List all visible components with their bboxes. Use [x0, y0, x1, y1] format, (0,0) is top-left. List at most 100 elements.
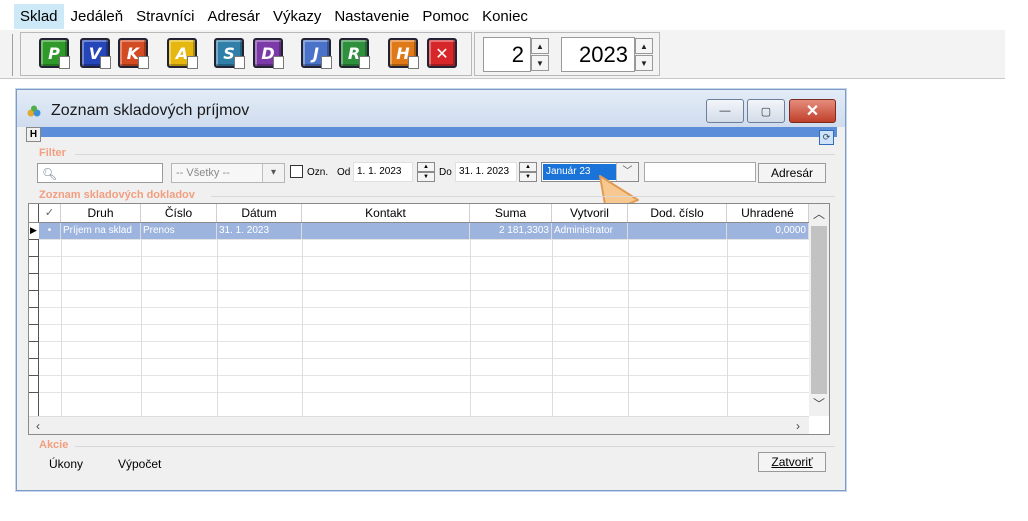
scrollbar-thumb[interactable] — [811, 226, 827, 394]
stav-button[interactable]: S — [214, 38, 245, 69]
year-up-icon[interactable]: ▲ — [635, 38, 653, 54]
menu-sklad[interactable]: Sklad — [14, 3, 64, 29]
row-mark-icon[interactable]: • — [39, 223, 61, 239]
zatvorit-button[interactable]: Zatvoriť — [758, 452, 826, 472]
do-label: Do — [439, 167, 452, 178]
receipts-window: Zoznam skladových príjmov — ▢ ✕ H ⟳ Filt… — [16, 89, 846, 491]
date-to-field[interactable]: 31. 1. 2023 — [455, 162, 517, 182]
ukony-button[interactable]: Úkony — [49, 457, 83, 471]
column-divider — [628, 240, 629, 416]
year-down-icon[interactable]: ▼ — [635, 55, 653, 71]
menu-vykazy[interactable]: Výkazy — [267, 4, 327, 29]
window-title: Zoznam skladových príjmov — [51, 102, 250, 119]
date-to-spinner[interactable]: ▲ ▼ — [519, 162, 537, 183]
date-from-field[interactable]: 1. 1. 2023 — [353, 162, 413, 182]
window-close-button[interactable]: ✕ — [789, 99, 836, 123]
jedalen-tool-button[interactable]: J — [301, 38, 332, 69]
month-spinner[interactable]: ▲ ▼ — [531, 38, 549, 71]
col-kontakt[interactable]: Kontakt — [302, 204, 470, 222]
month-down-icon[interactable]: ▼ — [531, 55, 549, 71]
menu-stravnici[interactable]: Stravníci — [130, 4, 200, 29]
date-to-down-icon[interactable]: ▼ — [519, 172, 537, 182]
scroll-right-icon[interactable]: › — [789, 417, 807, 435]
col-druh[interactable]: Druh — [61, 204, 141, 222]
cell-dod-cislo — [628, 223, 727, 239]
help-button[interactable]: H — [388, 38, 419, 69]
cell-vytvoril: Administrator — [552, 223, 628, 239]
column-divider — [61, 240, 62, 416]
cell-cislo: Prenos — [141, 223, 217, 239]
col-uhradene[interactable]: Uhradené — [727, 204, 809, 222]
menu-pomoc[interactable]: Pomoc — [416, 4, 475, 29]
date-from-down-icon[interactable]: ▼ — [417, 172, 435, 182]
chevron-down-icon[interactable]: ▾ — [262, 164, 284, 182]
date-from-up-icon[interactable]: ▲ — [417, 162, 435, 172]
close-icon[interactable]: ✕ — [427, 38, 457, 68]
col-cislo[interactable]: Číslo — [141, 204, 217, 222]
ozn-checkbox[interactable] — [290, 165, 303, 178]
current-row-icon: ▶ — [29, 223, 39, 240]
vertical-scrollbar[interactable]: ︿ ﹀ — [809, 204, 829, 416]
col-dod-cislo[interactable]: Dod. číslo — [628, 204, 727, 222]
col-vytvoril[interactable]: Vytvoril — [552, 204, 628, 222]
filter-section-label: Filter — [39, 147, 66, 159]
doklady-button[interactable]: D — [253, 38, 284, 69]
empty-row — [29, 291, 809, 308]
table-row[interactable]: ▶ • Príjem na sklad Prenos 31. 1. 2023 2… — [29, 223, 809, 240]
vydaj-button[interactable]: V — [80, 38, 111, 69]
empty-row — [29, 308, 809, 325]
menu-adresar[interactable]: Adresár — [201, 4, 266, 29]
column-divider — [141, 240, 142, 416]
menu-nastavenie[interactable]: Nastavenie — [328, 4, 415, 29]
month-field[interactable]: 2 — [483, 37, 531, 72]
ozn-label: Ozn. — [307, 167, 329, 178]
scroll-down-icon[interactable]: ﹀ — [809, 394, 829, 414]
adresar-tool-button[interactable]: A — [167, 38, 198, 69]
period-selector: 2 ▲ ▼ 2023 ▲ ▼ — [474, 32, 660, 76]
documents-table: ✓ Druh Číslo Dátum Kontakt Suma Vytvoril… — [28, 203, 830, 435]
column-divider — [302, 240, 303, 416]
col-datum[interactable]: Dátum — [217, 204, 302, 222]
h-toggle[interactable]: H — [26, 127, 41, 142]
cell-uhradene: 0,0000 — [727, 223, 809, 239]
menu-koniec[interactable]: Koniec — [476, 4, 534, 29]
list-section-label: Zoznam skladových dokladov — [39, 189, 195, 201]
check-column-icon[interactable]: ✓ — [39, 204, 61, 222]
cell-datum: 31. 1. 2023 — [217, 223, 302, 239]
horizontal-scrollbar[interactable]: ‹ › — [29, 416, 809, 434]
scroll-up-icon[interactable]: ︿ — [809, 204, 829, 224]
minimize-button[interactable]: — — [706, 99, 744, 123]
column-divider — [217, 240, 218, 416]
menu-jedalen[interactable]: Jedáleň — [65, 4, 130, 29]
year-field[interactable]: 2023 — [561, 37, 635, 72]
maximize-button[interactable]: ▢ — [747, 99, 785, 123]
actions-section-label: Akcie — [39, 439, 69, 451]
empty-row — [29, 393, 809, 416]
column-divider — [552, 240, 553, 416]
date-to-up-icon[interactable]: ▲ — [519, 162, 537, 172]
empty-row — [29, 359, 809, 376]
recepty-button[interactable]: R — [339, 38, 370, 69]
date-from-spinner[interactable]: ▲ ▼ — [417, 162, 435, 183]
col-suma[interactable]: Suma — [470, 204, 552, 222]
search-input[interactable]: 🔍︎ — [37, 163, 163, 183]
minimize-icon: — — [719, 105, 731, 117]
adresar-button[interactable]: Adresár — [758, 163, 826, 183]
actions-divider — [75, 446, 835, 447]
year-spinner[interactable]: ▲ ▼ — [635, 38, 653, 71]
maximize-icon: ▢ — [760, 105, 772, 118]
refresh-icon[interactable]: ⟳ — [819, 130, 834, 145]
empty-row — [29, 342, 809, 359]
window-close-icon: ✕ — [805, 103, 820, 120]
month-up-icon[interactable]: ▲ — [531, 38, 549, 54]
scroll-left-icon[interactable]: ‹ — [29, 417, 47, 435]
vypocet-button[interactable]: Výpočet — [118, 457, 161, 471]
toolbar-grip — [12, 34, 13, 76]
empty-row — [29, 376, 809, 393]
karta-button[interactable]: K — [118, 38, 149, 69]
search-icon: 🔍︎ — [42, 167, 58, 181]
column-divider — [727, 240, 728, 416]
category-select[interactable]: -- Všetky -- ▾ — [171, 163, 285, 183]
prijem-button[interactable]: P — [39, 38, 70, 69]
empty-row — [29, 325, 809, 342]
